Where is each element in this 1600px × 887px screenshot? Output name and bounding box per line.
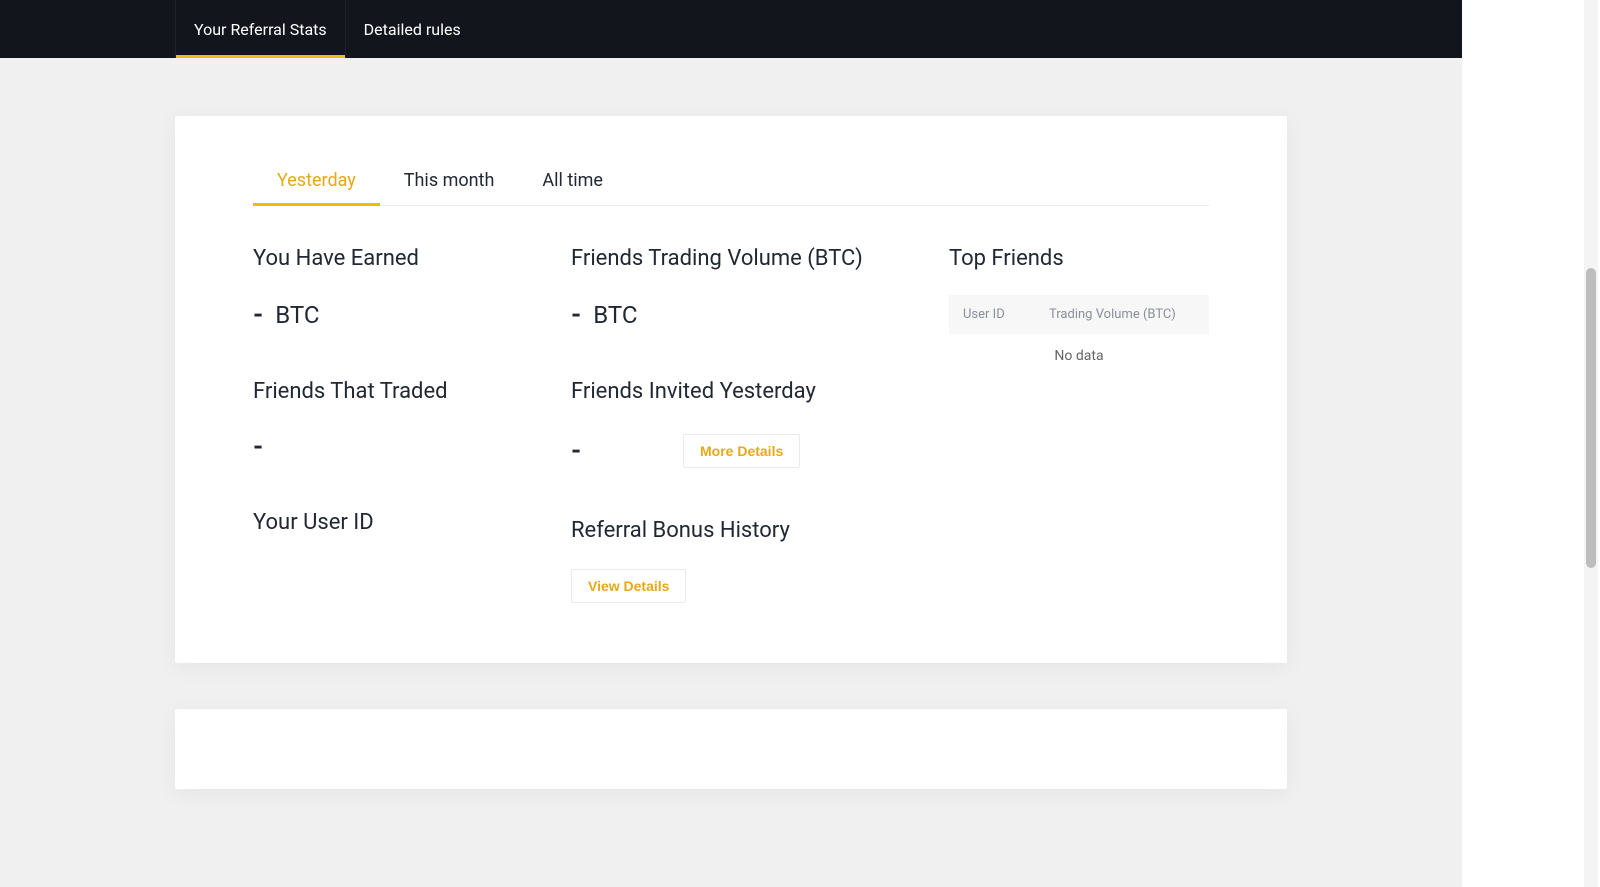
stats-card: Yesterday This month All time You Have E… [175, 116, 1287, 663]
stats-grid: You Have Earned - BTC Friends That Trade… [253, 246, 1209, 603]
right-whitespace [1462, 0, 1600, 887]
stat-value: - [571, 438, 667, 464]
stat-value: - BTC [253, 301, 571, 329]
stat-user-id: Your User ID [253, 510, 571, 561]
tab-all-time[interactable]: All time [518, 156, 627, 205]
topnav-tab-label: Your Referral Stats [194, 20, 327, 39]
stat-label: You Have Earned [253, 246, 571, 271]
stat-friends-invited: Friends Invited Yesterday - More Details [571, 379, 949, 468]
topnav-tab-detailed-rules[interactable]: Detailed rules [346, 0, 479, 58]
stat-label: Friends Invited Yesterday [571, 379, 949, 404]
next-card [175, 709, 1287, 789]
top-nav: Your Referral Stats Detailed rules [0, 0, 1462, 58]
top-friends-panel: Top Friends User ID Trading Volume (BTC)… [949, 246, 1209, 603]
stat-label: Friends Trading Volume (BTC) [571, 246, 949, 271]
column-header-user-id: User ID [963, 307, 1049, 322]
more-details-button[interactable]: More Details [683, 434, 800, 468]
stat-bonus-history: Referral Bonus History View Details [571, 518, 949, 603]
top-friends-title: Top Friends [949, 246, 1209, 271]
stat-value-unit: BTC [275, 301, 319, 329]
stat-value-number: - [253, 302, 263, 328]
stat-label: Referral Bonus History [571, 518, 949, 543]
button-label: View Details [588, 578, 669, 594]
stat-label: Your User ID [253, 510, 571, 535]
stat-value-number: - [253, 434, 263, 460]
view-details-button[interactable]: View Details [571, 569, 686, 603]
tab-this-month[interactable]: This month [380, 156, 519, 205]
button-label: More Details [700, 443, 783, 459]
stat-value-number: - [571, 438, 581, 464]
stat-value-unit: BTC [593, 301, 637, 329]
stats-column-mid: Friends Trading Volume (BTC) - BTC Frien… [571, 246, 949, 603]
stat-value: - [253, 434, 571, 460]
stat-friends-traded: Friends That Traded - [253, 379, 571, 460]
stat-earned: You Have Earned - BTC [253, 246, 571, 329]
stat-value-row: - More Details [571, 434, 949, 468]
page-content: Yesterday This month All time You Have E… [0, 58, 1462, 789]
period-tabs: Yesterday This month All time [253, 156, 1209, 206]
top-friends-table-header: User ID Trading Volume (BTC) [949, 295, 1209, 334]
tab-label: Yesterday [277, 170, 356, 191]
tab-yesterday[interactable]: Yesterday [253, 156, 380, 205]
top-friends-empty: No data [949, 334, 1209, 378]
stat-value: - BTC [571, 301, 949, 329]
stats-column-left: You Have Earned - BTC Friends That Trade… [253, 246, 571, 603]
vertical-scrollbar[interactable] [1584, 0, 1598, 887]
tab-label: All time [542, 170, 603, 191]
tab-label: This month [404, 170, 495, 191]
scrollbar-thumb[interactable] [1586, 268, 1596, 568]
topnav-tab-label: Detailed rules [364, 20, 461, 39]
topnav-tab-referral-stats[interactable]: Your Referral Stats [175, 0, 346, 58]
stat-label: Friends That Traded [253, 379, 571, 404]
stat-trading-volume: Friends Trading Volume (BTC) - BTC [571, 246, 949, 329]
column-header-trading-volume: Trading Volume (BTC) [1049, 307, 1195, 322]
stat-value-number: - [571, 302, 581, 328]
